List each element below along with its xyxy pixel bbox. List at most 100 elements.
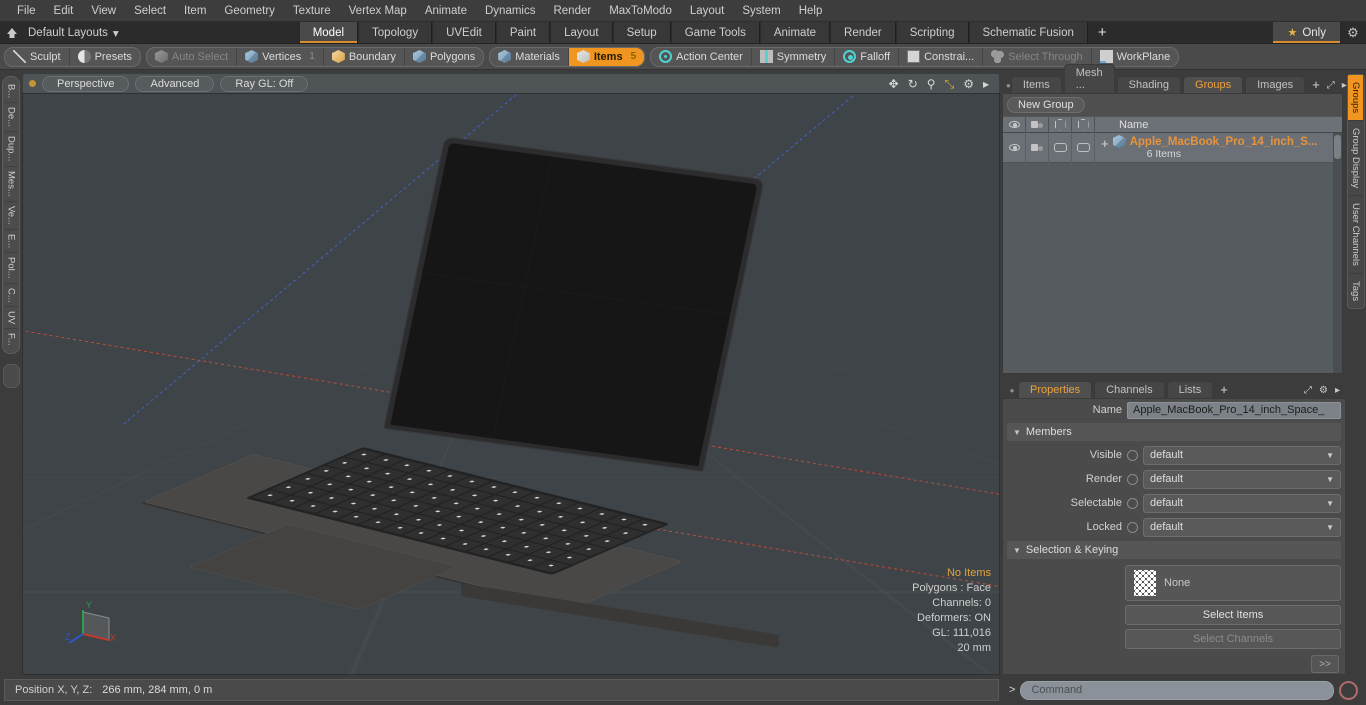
- properties-add-tab-button[interactable]: +: [1215, 381, 1233, 398]
- visible-radio[interactable]: [1127, 449, 1138, 461]
- symmetry-button[interactable]: Symmetry: [752, 47, 836, 66]
- row-locked-toggle[interactable]: [1072, 133, 1095, 163]
- viewport-perspective-button[interactable]: Perspective: [42, 75, 130, 92]
- menu-item-help[interactable]: Help: [790, 3, 832, 19]
- selectable-dropdown[interactable]: default ▼: [1143, 493, 1341, 513]
- rotate-icon[interactable]: ↻: [908, 78, 918, 90]
- viewport-3d[interactable]: No Items Polygons : Face Channels: 0 Def…: [22, 93, 1000, 675]
- record-icon[interactable]: [1339, 680, 1358, 700]
- row-name-cell[interactable]: + Apple_MacBook_Pro_14_inch_S... 6 Items: [1095, 135, 1342, 160]
- keyer-widget[interactable]: None: [1125, 565, 1341, 601]
- constraint-button[interactable]: Constrai...: [899, 47, 984, 66]
- right-vtab-group-display[interactable]: Group Display: [1348, 121, 1363, 197]
- left-tab-vertex[interactable]: Ve...: [4, 202, 18, 230]
- zoom-icon[interactable]: ⚲: [927, 78, 936, 90]
- home-icon[interactable]: [0, 22, 24, 43]
- left-tab-fusion[interactable]: F...: [5, 329, 18, 350]
- tab-game-tools[interactable]: Game Tools: [670, 22, 760, 43]
- presets-button[interactable]: Presets: [70, 48, 140, 66]
- groups-list-body[interactable]: + Apple_MacBook_Pro_14_inch_S... 6 Items: [1003, 133, 1342, 373]
- viewport-advanced-button[interactable]: Advanced: [135, 75, 215, 92]
- menu-item-animate[interactable]: Animate: [416, 3, 476, 19]
- add-tab-button[interactable]: +: [1088, 22, 1117, 43]
- macbook-pro-3d-model[interactable]: [142, 136, 808, 664]
- tab-layout[interactable]: Layout: [550, 22, 613, 43]
- expand-row-icon[interactable]: +: [1101, 135, 1109, 150]
- menu-item-render[interactable]: Render: [544, 3, 600, 19]
- left-tab-edge[interactable]: E...: [4, 230, 18, 253]
- visible-dropdown[interactable]: default ▼: [1143, 445, 1341, 465]
- menu-item-texture[interactable]: Texture: [284, 3, 340, 19]
- members-section-header[interactable]: ▼ Members: [1007, 423, 1341, 441]
- boundary-button[interactable]: Boundary: [324, 47, 405, 66]
- fit-icon[interactable]: ⤡: [945, 78, 955, 90]
- viewport-dot-icon[interactable]: [29, 80, 36, 87]
- row-visible-toggle[interactable]: [1003, 133, 1026, 163]
- select-through-button[interactable]: Select Through: [983, 47, 1092, 66]
- menu-item-system[interactable]: System: [733, 3, 789, 19]
- left-tab-deform[interactable]: De...: [4, 103, 18, 133]
- right-vtab-groups[interactable]: Groups: [1348, 75, 1363, 122]
- items-button[interactable]: Items 5: [568, 47, 645, 66]
- select-items-button[interactable]: Select Items: [1125, 605, 1341, 625]
- tab-model[interactable]: Model: [298, 22, 359, 43]
- sculpt-button[interactable]: Sculpt: [5, 47, 70, 66]
- command-input[interactable]: Command: [1020, 680, 1334, 700]
- left-tab-uv[interactable]: UV: [4, 307, 18, 330]
- action-center-button[interactable]: Action Center: [651, 47, 752, 66]
- play-icon[interactable]: ▸: [983, 78, 989, 90]
- right-tab-groups[interactable]: Groups: [1183, 76, 1244, 93]
- menu-item-vertex-map[interactable]: Vertex Map: [340, 3, 416, 19]
- locked-dropdown[interactable]: default ▼: [1143, 517, 1341, 537]
- scrollbar-thumb[interactable]: [1334, 135, 1341, 159]
- render-radio[interactable]: [1127, 473, 1138, 485]
- new-group-button[interactable]: New Group: [1007, 97, 1085, 113]
- menu-item-edit[interactable]: Edit: [45, 3, 83, 19]
- left-tab-duplicate[interactable]: Dup...: [4, 132, 18, 167]
- menu-item-geometry[interactable]: Geometry: [215, 3, 284, 19]
- tab-render[interactable]: Render: [830, 22, 896, 43]
- auto-select-button[interactable]: Auto Select: [147, 47, 238, 66]
- menu-item-item[interactable]: Item: [175, 3, 215, 19]
- more-options-button[interactable]: >>: [1311, 655, 1339, 673]
- lists-tab[interactable]: Lists: [1166, 381, 1214, 398]
- right-vtab-user-channels[interactable]: User Channels: [1348, 196, 1363, 275]
- right-tab-items[interactable]: Items: [1010, 76, 1062, 93]
- properties-tab[interactable]: Properties: [1018, 381, 1093, 398]
- right-add-tab-button[interactable]: +: [1307, 76, 1325, 93]
- left-tab-curve[interactable]: C...: [4, 284, 18, 308]
- default-layouts-dropdown[interactable]: Default Layouts ▾: [24, 22, 129, 43]
- table-row[interactable]: + Apple_MacBook_Pro_14_inch_S... 6 Items: [1003, 133, 1342, 163]
- vertices-button[interactable]: Vertices 1: [237, 47, 324, 66]
- tab-setup[interactable]: Setup: [612, 22, 671, 43]
- tab-scripting[interactable]: Scripting: [895, 22, 969, 43]
- expand-icon[interactable]: ⤢: [1327, 80, 1335, 91]
- selectable-radio[interactable]: [1127, 497, 1138, 509]
- right-tab-images[interactable]: Images: [1245, 76, 1306, 93]
- polygons-button[interactable]: Polygons: [405, 48, 483, 66]
- tab-uvedit[interactable]: UVEdit: [432, 22, 496, 43]
- falloff-button[interactable]: Falloff: [835, 47, 900, 66]
- expand-icon[interactable]: ⤢: [1304, 385, 1312, 396]
- tab-schematic-fusion[interactable]: Schematic Fusion: [968, 22, 1088, 43]
- gear-icon[interactable]: ⚙: [1340, 22, 1366, 43]
- move-icon[interactable]: ✥: [889, 78, 899, 90]
- workplane-button[interactable]: WorkPlane: [1092, 48, 1179, 66]
- render-dropdown[interactable]: default ▼: [1143, 469, 1341, 489]
- row-selectable-toggle[interactable]: [1049, 133, 1072, 163]
- right-tab-shading[interactable]: Shading: [1116, 76, 1182, 93]
- only-toggle-button[interactable]: ★ Only: [1273, 22, 1340, 43]
- gear-icon[interactable]: ⚙: [1319, 385, 1328, 396]
- left-tab-mesh[interactable]: Mes...: [4, 167, 18, 202]
- channels-tab[interactable]: Channels: [1094, 381, 1165, 398]
- left-tab-basic[interactable]: B...: [4, 80, 18, 104]
- row-render-toggle[interactable]: [1026, 133, 1049, 163]
- materials-button[interactable]: Materials: [490, 47, 569, 66]
- gear-icon[interactable]: ⚙: [963, 78, 974, 90]
- properties-dot-icon[interactable]: ●: [1006, 382, 1018, 398]
- menu-item-layout[interactable]: Layout: [681, 3, 734, 19]
- menu-item-dynamics[interactable]: Dynamics: [476, 3, 544, 19]
- tab-paint[interactable]: Paint: [495, 22, 551, 43]
- left-panel-toggle[interactable]: [2, 364, 20, 389]
- chevron-right-icon[interactable]: ▸: [1335, 385, 1340, 396]
